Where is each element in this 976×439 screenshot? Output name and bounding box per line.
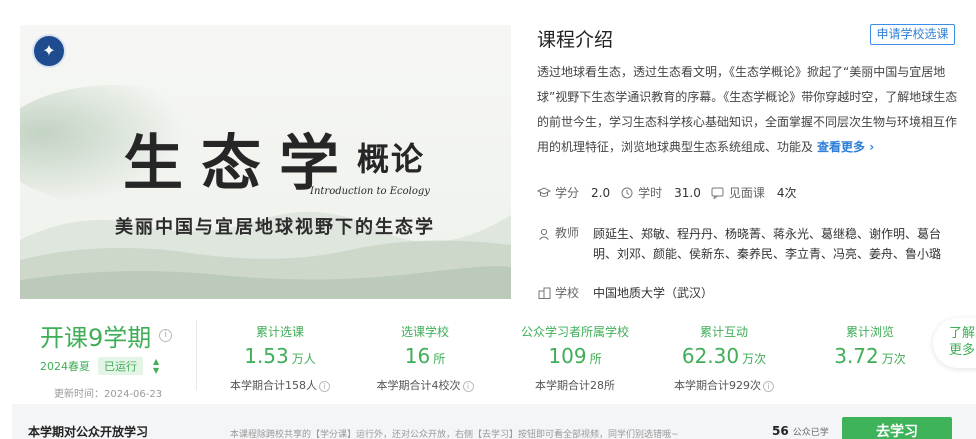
term-selector[interactable]: 2024春夏 已运行 ▲ ▼ xyxy=(40,357,190,375)
graduation-cap-icon xyxy=(536,186,552,199)
stat-sub-text: 本学期合计929次 xyxy=(674,379,761,392)
course-meta: 学分 2.0 学时 31.0 见面课 4次 xyxy=(536,184,807,201)
stat-number: 1.53 xyxy=(244,344,289,368)
stat-unit: 万次 xyxy=(881,352,906,366)
stat-label: 累计互动 xyxy=(699,325,748,339)
stat-value: 3.72 万次 xyxy=(810,344,930,368)
chat-bubble-icon xyxy=(711,187,725,200)
clock-icon xyxy=(620,187,634,199)
stat-sub-text: 本学期合计28所 xyxy=(535,379,615,392)
credit-label: 学分 xyxy=(555,186,580,200)
course-description: 透过地球看生态，透过生态看文明，《生态学概论》掀起了“美丽中国与宜居地球”视野下… xyxy=(537,60,963,160)
stat-sub-text: 本学期合计4校次 xyxy=(376,379,461,392)
stat-number: 109 xyxy=(548,344,587,368)
school-value[interactable]: 中国地质大学（武汉） xyxy=(593,284,713,301)
public-learner-unit: 公众已学 xyxy=(792,428,829,438)
stat-number: 3.72 xyxy=(834,344,879,368)
session-info: 开课9学期 i 2024春夏 已运行 ▲ ▼ 更新时间：2024-06-23 xyxy=(40,318,190,400)
learn-more-line2: 更多 xyxy=(949,343,976,358)
stat-label: 累计浏览 xyxy=(845,325,894,339)
stat-label: 累计选课 xyxy=(255,325,304,339)
teacher-label: 教师 xyxy=(555,226,580,240)
meeting-label: 见面课 xyxy=(728,186,765,200)
info-icon[interactable]: i xyxy=(319,381,330,392)
hours-label: 学时 xyxy=(638,186,663,200)
intro-heading: 课程介绍 xyxy=(537,29,614,51)
session-count-text: 开课9学期 xyxy=(40,324,152,352)
stat-unit: 万次 xyxy=(742,352,767,366)
description-text: 透过地球看生态，透过生态看文明，《生态学概论》掀起了“美丽中国与宜居地球”视野下… xyxy=(537,65,958,154)
stat-schools: 选课学校 16 所 本学期合计4校次 i xyxy=(365,323,485,393)
stat-unit: 所 xyxy=(589,352,602,366)
stat-unit: 万人 xyxy=(291,352,316,366)
stat-sub: 本学期合计4校次 i xyxy=(365,377,485,393)
public-learning-title: 本学期对公众开放学习 xyxy=(28,425,149,439)
session-count: 开课9学期 i xyxy=(40,318,190,353)
status-badge: 已运行 xyxy=(98,357,143,375)
stat-sub: 本学期合计28所 xyxy=(510,377,640,393)
stat-number: 16 xyxy=(404,344,431,368)
public-learner-number: 56 xyxy=(772,424,789,438)
stat-public-schools: 公众学习者所属学校 109 所 本学期合计28所 xyxy=(510,323,640,393)
stat-interactions: 累计互动 62.30 万次 本学期合计929次 i xyxy=(664,323,784,393)
building-icon xyxy=(537,287,551,299)
cover-english-title: Introduction to Ecology xyxy=(310,186,430,197)
stat-number: 62.30 xyxy=(681,344,740,368)
public-learning-bar: 本学期对公众开放学习 本课程除跨校共享的【学分课】运行外，还对公众开放，右侧【去… xyxy=(12,404,976,439)
info-icon[interactable]: i xyxy=(159,329,173,342)
teacher-row: 教师 顾延生、郑敏、程丹丹、杨晓菁、蒋永光、葛继稳、谢作明、葛台明、刘邓、颜能、… xyxy=(537,224,953,264)
university-logo: ✦ xyxy=(32,34,66,68)
person-icon xyxy=(537,228,551,240)
public-learner-count: 56 公众已学 xyxy=(772,424,829,438)
stat-sub-text: 本学期合计158人 xyxy=(230,379,317,392)
divider xyxy=(196,320,197,390)
stat-value: 16 所 xyxy=(365,344,485,368)
stat-total-enrollment: 累计选课 1.53 万人 本学期合计158人 i xyxy=(220,323,340,393)
hours-value: 31.0 xyxy=(674,185,701,200)
credit-value: 2.0 xyxy=(591,185,611,200)
cover-subtitle: 美丽中国与宜居地球视野下的生态学 xyxy=(115,217,435,238)
go-learn-button[interactable]: 去学习 xyxy=(842,417,952,439)
meeting-value: 4次 xyxy=(776,186,797,200)
teacher-names: 顾延生、郑敏、程丹丹、杨晓菁、蒋永光、葛继稳、谢作明、葛台明、刘邓、颜能、侯新东… xyxy=(593,227,942,261)
school-label: 学校 xyxy=(555,286,580,300)
stat-value: 109 所 xyxy=(510,344,640,368)
stat-label: 选课学校 xyxy=(400,325,449,339)
learn-more-tab[interactable]: 了解 更多 xyxy=(933,318,976,368)
see-more-link[interactable]: 查看更多 › xyxy=(817,140,874,154)
update-time-value: 2024-06-23 xyxy=(104,389,163,400)
stat-label: 公众学习者所属学校 xyxy=(520,325,629,339)
sort-arrows-icon: ▲ ▼ xyxy=(153,357,160,375)
stat-sub: 本学期合计158人 i xyxy=(220,377,340,393)
stat-value: 1.53 万人 xyxy=(220,344,340,368)
term-label: 2024春夏 xyxy=(40,360,90,373)
apply-school-course-button[interactable]: 申请学校选课 xyxy=(870,24,955,45)
stat-sub: 本学期合计929次 i xyxy=(664,377,784,393)
info-icon[interactable]: i xyxy=(462,381,474,392)
update-time: 更新时间：2024-06-23 xyxy=(54,385,190,400)
stat-value: 62.30 万次 xyxy=(664,344,784,368)
public-learning-note: 本课程除跨校共享的【学分课】运行外，还对公众开放，右侧【去学习】按钮即可看全部视… xyxy=(230,430,679,439)
update-time-label: 更新时间： xyxy=(54,389,104,400)
learn-more-line1: 了解 xyxy=(949,326,976,341)
stat-views: 累计浏览 3.72 万次 xyxy=(810,323,930,368)
school-row: 学校 中国地质大学（武汉） xyxy=(537,284,713,301)
course-cover-image[interactable]: ✦ 生态学概论 Introduction to Ecology 美丽中国与宜居地… xyxy=(20,25,511,299)
stat-unit: 所 xyxy=(433,352,446,366)
info-icon[interactable]: i xyxy=(763,381,774,392)
